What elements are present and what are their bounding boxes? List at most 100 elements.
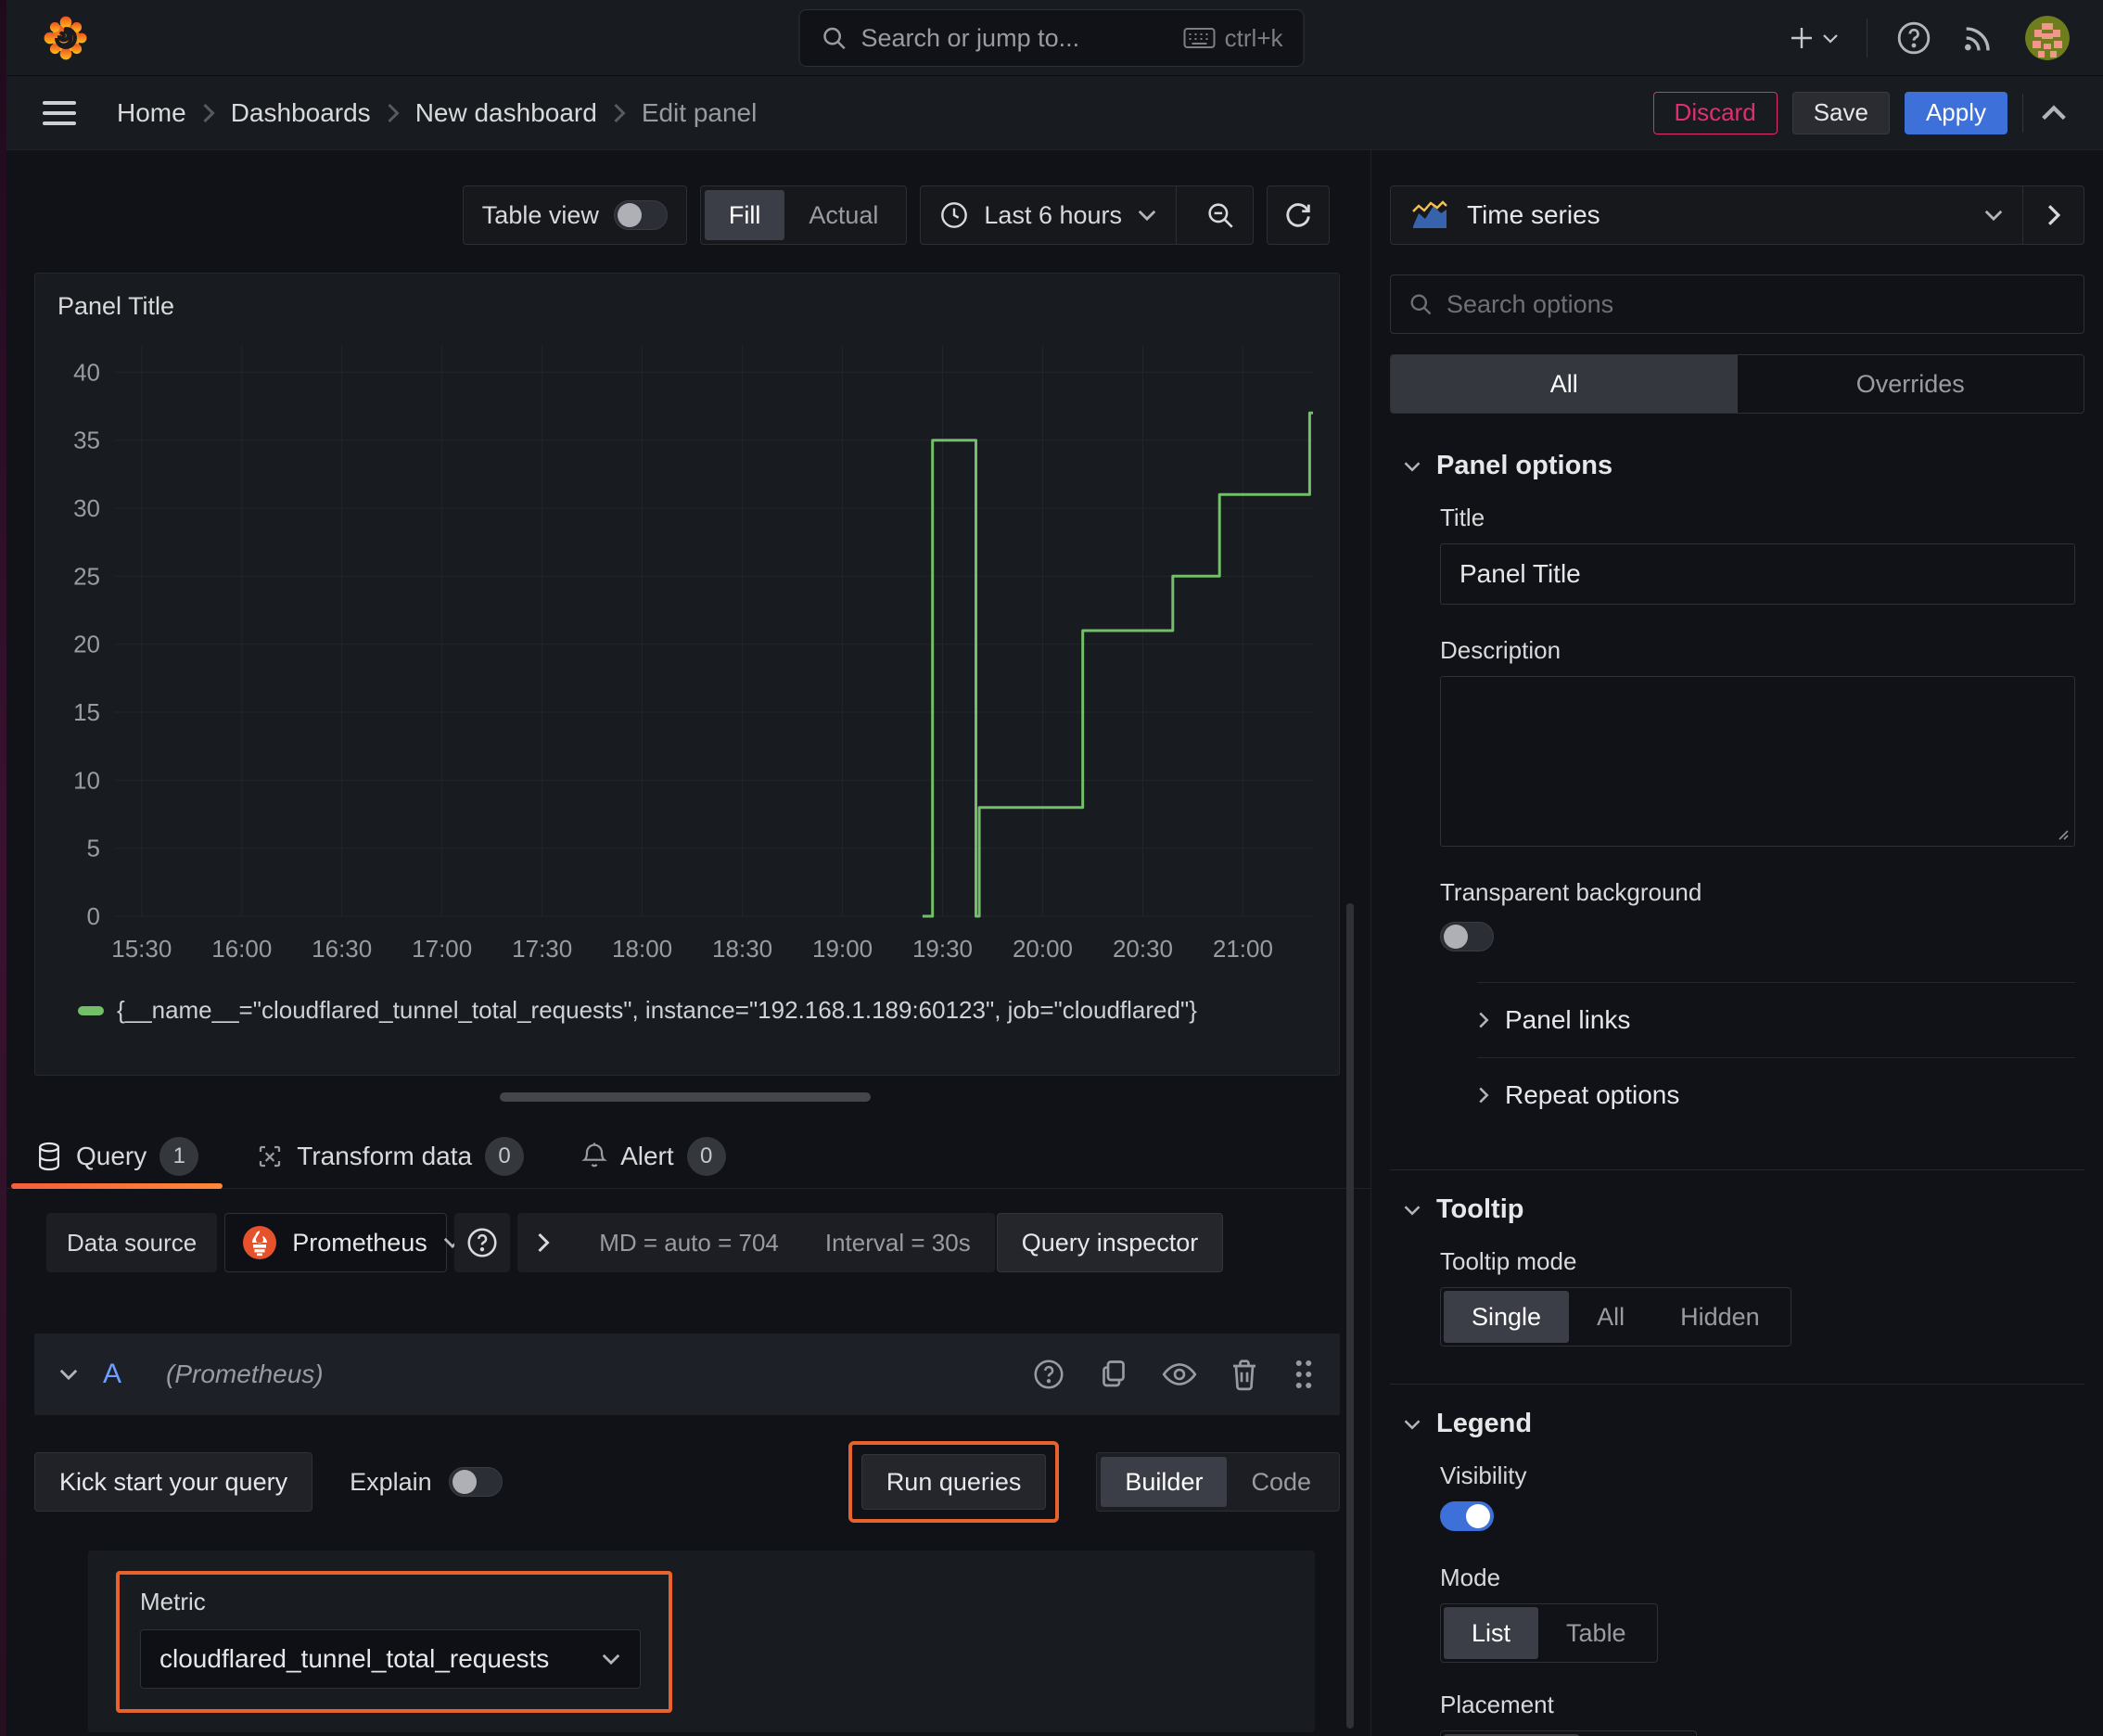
search-placeholder: Search or jump to... — [860, 23, 1080, 52]
remove-query-trash-icon[interactable] — [1229, 1358, 1260, 1391]
datasource-picker[interactable]: Prometheus — [224, 1213, 461, 1272]
fill-option[interactable]: Fill — [704, 190, 785, 240]
global-search-input[interactable]: Search or jump to... ctrl+k — [798, 9, 1305, 67]
panel-options-section: Panel options Title Description Transpar… — [1390, 451, 2084, 1138]
builder-code-group: Builder Code — [1096, 1452, 1340, 1512]
svg-text:18:00: 18:00 — [612, 935, 672, 963]
chevron-down-icon[interactable] — [58, 1367, 79, 1382]
resize-handle-icon[interactable] — [2054, 825, 2069, 840]
visualization-picker[interactable]: Time series — [1391, 186, 2022, 244]
fill-actual-group: Fill Actual — [699, 185, 908, 245]
query-row-header[interactable]: A (Prometheus) — [34, 1334, 1340, 1415]
actual-option[interactable]: Actual — [784, 190, 902, 240]
breadcrumb-home[interactable]: Home — [117, 98, 186, 128]
search-icon — [821, 24, 848, 52]
panel-title-input[interactable] — [1440, 543, 2075, 605]
svg-text:17:00: 17:00 — [412, 935, 472, 963]
svg-text:19:30: 19:30 — [912, 935, 973, 963]
tab-query-label: Query — [76, 1141, 147, 1170]
builder-option[interactable]: Builder — [1101, 1457, 1228, 1507]
resize-drag-handle[interactable] — [500, 1092, 871, 1102]
legend-mode-list[interactable]: List — [1444, 1607, 1539, 1659]
legend-mode-table[interactable]: Table — [1538, 1607, 1654, 1659]
svg-text:25: 25 — [73, 562, 100, 590]
chevron-down-icon[interactable] — [1137, 208, 1157, 223]
svg-text:35: 35 — [73, 427, 100, 454]
description-textarea[interactable] — [1440, 676, 2075, 847]
time-range-control: Last 6 hours — [920, 185, 1254, 245]
nav-actions — [1787, 15, 2070, 60]
metric-label: Metric — [140, 1588, 206, 1615]
apply-button[interactable]: Apply — [1904, 91, 2007, 134]
breadcrumb-new-dashboard[interactable]: New dashboard — [415, 98, 597, 128]
transparent-bg-toggle[interactable] — [1440, 922, 1494, 951]
table-view-toggle[interactable] — [613, 200, 668, 230]
drag-grip-icon[interactable] — [1292, 1358, 1316, 1391]
query-refid: A — [103, 1359, 122, 1389]
kickstart-query-button[interactable]: Kick start your query — [34, 1452, 313, 1512]
chevron-down-icon — [1983, 208, 2004, 223]
tooltip-mode-single[interactable]: Single — [1444, 1291, 1570, 1343]
chevron-right-icon[interactable] — [517, 1232, 569, 1254]
explain-toggle[interactable] — [448, 1467, 503, 1497]
chevron-right-icon — [2046, 203, 2062, 227]
repeat-options-row[interactable]: Repeat options — [1477, 1057, 2075, 1132]
tab-all[interactable]: All — [1391, 355, 1738, 413]
tab-overrides[interactable]: Overrides — [1738, 355, 2084, 413]
chevron-up-icon[interactable] — [2038, 102, 2070, 124]
grafana-logo-icon[interactable] — [39, 11, 93, 65]
timeseries-chart[interactable]: 0 5 10 15 20 25 30 35 40 15:30 16:00 16:30 17:00 17:3… — [50, 330, 1326, 990]
tooltip-section: Tooltip Tooltip mode Single All Hidden — [1390, 1169, 2084, 1352]
collapse-sidebar-button[interactable] — [2022, 186, 2084, 244]
refresh-icon — [1282, 199, 1314, 231]
tab-query[interactable]: Query 1 — [11, 1124, 223, 1189]
svg-text:15:30: 15:30 — [111, 935, 172, 963]
table-view-control: Table view — [462, 185, 687, 245]
query-datasource-hint: (Prometheus) — [166, 1359, 324, 1388]
options-search[interactable] — [1390, 274, 2084, 334]
chevron-down-icon — [1403, 460, 1421, 473]
tab-alert[interactable]: Alert 0 — [557, 1124, 750, 1188]
tooltip-mode-all[interactable]: All — [1569, 1291, 1652, 1343]
max-data-points-stat: MD = auto = 704 — [599, 1228, 779, 1257]
user-avatar[interactable] — [2025, 15, 2070, 60]
mega-menu-icon[interactable] — [43, 99, 76, 127]
save-button[interactable]: Save — [1791, 91, 1890, 134]
hide-response-eye-icon[interactable] — [1162, 1359, 1197, 1390]
run-queries-button[interactable]: Run queries — [860, 1454, 1047, 1510]
discard-button[interactable]: Discard — [1652, 91, 1778, 134]
time-range-label[interactable]: Last 6 hours — [984, 201, 1122, 230]
window-edge — [0, 0, 6, 1736]
refresh-control[interactable] — [1267, 185, 1330, 245]
help-icon[interactable] — [1895, 19, 1932, 57]
datasource-help-button[interactable] — [454, 1213, 511, 1272]
panel-links-row[interactable]: Panel links — [1477, 982, 2075, 1057]
legend-section: Legend Visibility Mode List Table Placem… — [1390, 1384, 2084, 1736]
legend-placement-label: Placement — [1440, 1691, 1554, 1718]
query-inspector-button[interactable]: Query inspector — [996, 1213, 1224, 1272]
options-search-input[interactable] — [1447, 289, 2067, 319]
database-icon — [35, 1142, 63, 1171]
new-dropdown-button[interactable] — [1787, 22, 1839, 54]
code-option[interactable]: Code — [1227, 1457, 1335, 1507]
query-help-icon[interactable] — [1032, 1358, 1065, 1391]
query-count-badge: 1 — [159, 1136, 199, 1176]
legend-series-label[interactable]: {__name__="cloudflared_tunnel_total_requ… — [117, 996, 1197, 1025]
panel-options-header[interactable]: Panel options — [1403, 451, 2081, 481]
svg-text:16:30: 16:30 — [312, 935, 372, 963]
chevron-down-icon — [601, 1652, 621, 1666]
legend-visibility-toggle[interactable] — [1440, 1501, 1494, 1531]
collapsed-options: Panel links Repeat options — [1440, 982, 2075, 1132]
duplicate-query-icon[interactable] — [1097, 1358, 1130, 1391]
tooltip-mode-hidden[interactable]: Hidden — [1652, 1291, 1788, 1343]
tab-transform-data[interactable]: Transform data 0 — [232, 1124, 548, 1188]
metric-select[interactable]: cloudflared_tunnel_total_requests — [140, 1629, 641, 1689]
zoom-out-icon[interactable] — [1195, 199, 1245, 231]
vertical-scrollbar[interactable] — [1346, 903, 1354, 1729]
news-rss-icon[interactable] — [1960, 19, 1997, 57]
breadcrumb-dashboards[interactable]: Dashboards — [231, 98, 371, 128]
legend-header[interactable]: Legend — [1403, 1409, 2081, 1439]
tooltip-header[interactable]: Tooltip — [1403, 1194, 2081, 1225]
legend-swatch[interactable] — [78, 1005, 104, 1015]
explain-label: Explain — [350, 1467, 432, 1496]
